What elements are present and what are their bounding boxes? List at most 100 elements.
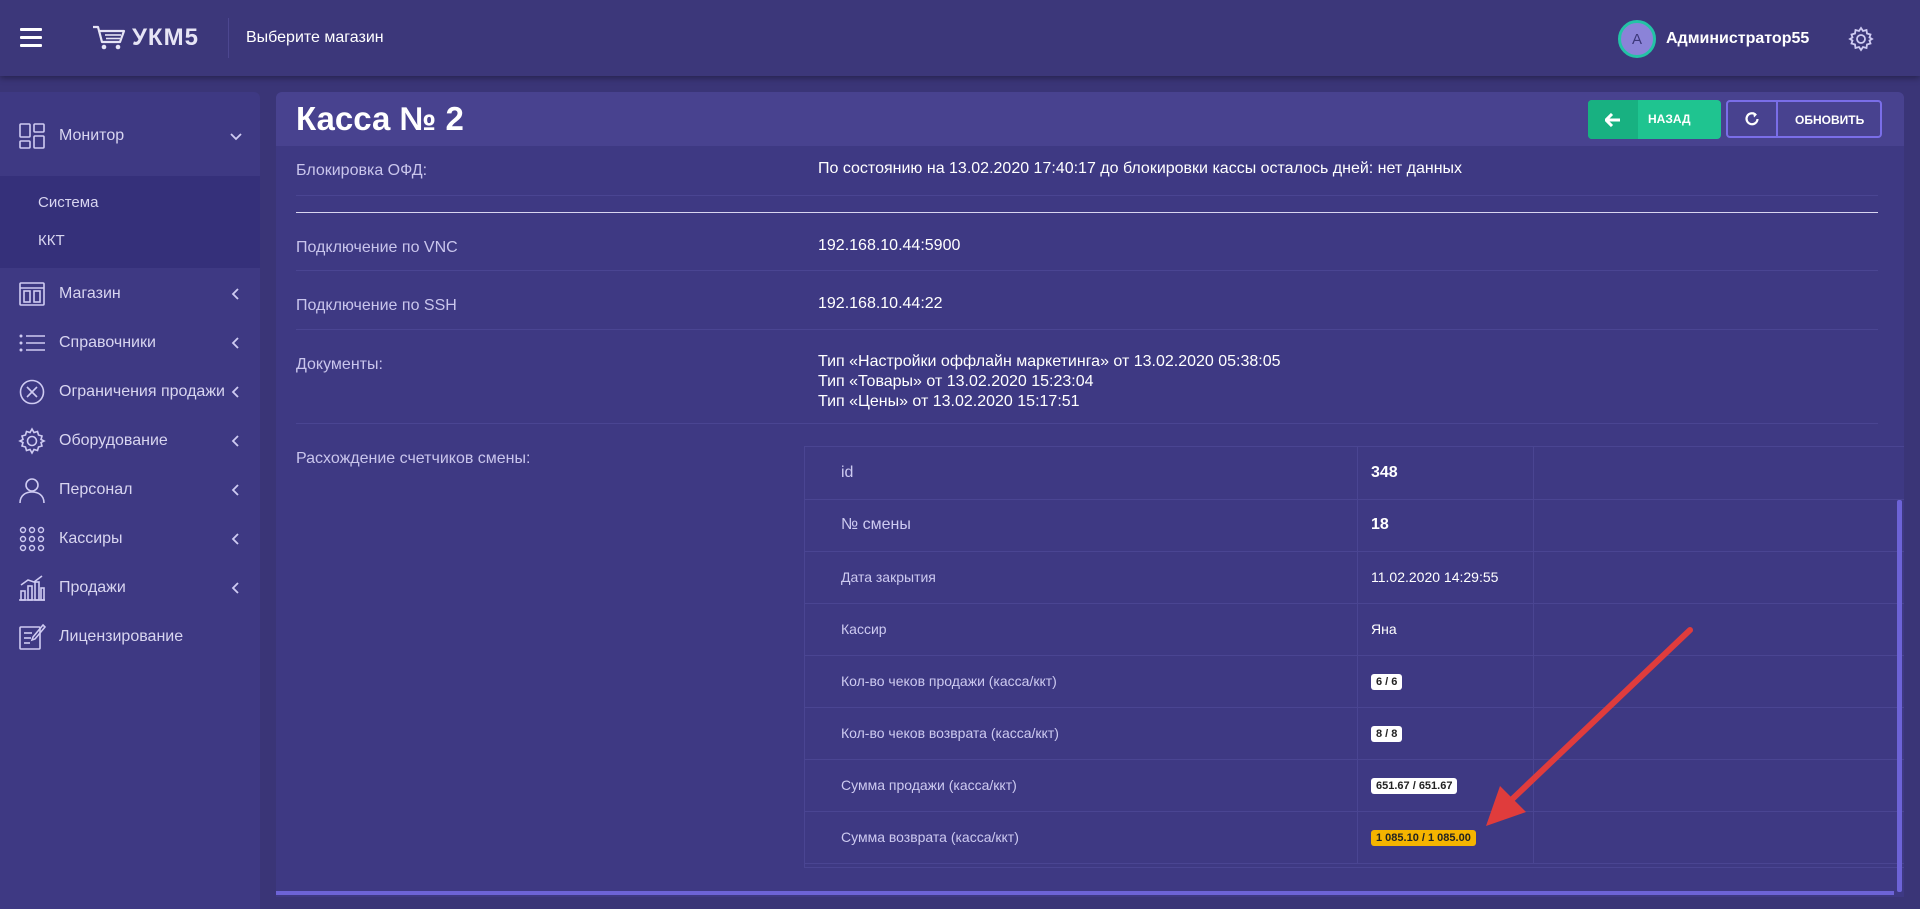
sidebar-item-licensing[interactable]: Лицензирование — [0, 613, 260, 661]
logo-text: УКМ5 — [132, 24, 199, 51]
sidebar-item-sales[interactable]: Продажи — [0, 564, 260, 612]
row-label: Сумма продажи (касса/ккт) — [841, 777, 1017, 793]
table-row: Кол-во чеков возврата (касса/ккт) 8 / 8 — [805, 707, 1904, 760]
row-label: Кассир — [841, 621, 887, 637]
table-row: Кол-во чеков продажи (касса/ккт) 6 / 6 — [805, 655, 1904, 708]
store-icon — [19, 282, 45, 306]
row-label: Кол-во чеков возврата (касса/ккт) — [841, 725, 1059, 741]
document-item: Тип «Товары» от 13.02.2020 15:23:04 — [818, 373, 1094, 390]
cart-icon — [93, 25, 126, 50]
bar-chart-icon — [19, 575, 45, 601]
document-item: Тип «Цены» от 13.02.2020 15:17:51 — [818, 393, 1080, 410]
refresh-icon — [1728, 102, 1778, 136]
user-menu[interactable]: A Администратор55 — [1618, 20, 1809, 58]
value-badge: 651.67 / 651.67 — [1371, 778, 1458, 794]
settings-gear-icon[interactable] — [1848, 26, 1874, 57]
sidebar-subitem-kkt[interactable]: ККТ — [38, 232, 65, 249]
chevron-down-icon — [230, 133, 242, 141]
table-row: Дата закрытия 11.02.2020 14:29:55 — [805, 551, 1904, 604]
chevron-left-icon — [231, 582, 239, 594]
row-label: Сумма возврата (касса/ккт) — [841, 829, 1019, 845]
table-row: Кассир Яна — [805, 603, 1904, 656]
cancel-circle-icon — [19, 379, 45, 405]
chevron-left-icon — [231, 435, 239, 447]
sidebar-subitem-system[interactable]: Система — [38, 194, 98, 211]
sidebar-item-label: Ограничения продажи — [59, 383, 225, 400]
person-icon — [19, 478, 45, 504]
sidebar-item-staff[interactable]: Персонал — [0, 466, 260, 514]
sidebar: Монитор Система ККТ Магазин Справочники — [0, 92, 260, 909]
row-value: 651.67 / 651.67 — [1371, 776, 1458, 794]
menu-toggle-icon[interactable] — [20, 28, 42, 48]
sidebar-item-label: Продажи — [59, 579, 126, 596]
edit-document-icon — [19, 623, 46, 650]
monitor-submenu: Система ККТ — [0, 176, 260, 268]
horizontal-scrollbar[interactable] — [276, 891, 1894, 895]
arrow-left-icon — [1588, 100, 1638, 139]
sidebar-item-label: Персонал — [59, 481, 133, 498]
documents-list: Тип «Настройки оффлайн маркетинга» от 13… — [818, 352, 1281, 412]
top-bar: УКМ5 Выберите магазин A Администратор55 — [0, 0, 1920, 76]
chevron-left-icon — [231, 288, 239, 300]
table-row: Сумма возврата (касса/ккт) 1 085.10 / 1 … — [805, 811, 1904, 864]
sidebar-item-label: Справочники — [59, 334, 156, 351]
divider — [296, 423, 1878, 424]
divider — [296, 329, 1878, 330]
documents-label: Документы: — [296, 356, 383, 373]
row-label: № смены — [841, 516, 911, 533]
value-badge: 8 / 8 — [1371, 726, 1403, 742]
sidebar-item-store[interactable]: Магазин — [0, 270, 260, 318]
sidebar-item-label: Монитор — [59, 127, 125, 144]
row-value: 11.02.2020 14:29:55 — [1371, 569, 1499, 585]
dots-grid-icon — [19, 526, 45, 552]
row-value: 6 / 6 — [1371, 672, 1403, 690]
chevron-left-icon — [231, 386, 239, 398]
back-button-label: НАЗАД — [1648, 112, 1691, 126]
store-select[interactable]: Выберите магазин — [228, 18, 384, 58]
register-card: Касса № 2 НАЗАД ОБНОВИТЬ Блокировка ОФД:… — [276, 92, 1904, 897]
refresh-button[interactable]: ОБНОВИТЬ — [1726, 100, 1882, 138]
table-row: Сумма продажи (касса/ккт) 651.67 / 651.6… — [805, 759, 1904, 812]
shift-counters-table: id 348 № смены 18 Дата закрытия 11.02.20… — [804, 446, 1904, 868]
ofd-block-value: По состоянию на 13.02.2020 17:40:17 до б… — [818, 160, 1463, 177]
sidebar-item-cashiers[interactable]: Кассиры — [0, 515, 260, 563]
row-label: id — [841, 464, 854, 481]
page-title: Касса № 2 — [296, 100, 464, 137]
sidebar-item-equipment[interactable]: Оборудование — [0, 417, 260, 465]
row-value: 1 085.10 / 1 085.00 — [1371, 828, 1476, 846]
table-row: id 348 — [805, 447, 1904, 500]
list-icon — [19, 334, 45, 352]
ssh-value: 192.168.10.44:22 — [818, 295, 943, 312]
sidebar-item-label: Лицензирование — [59, 628, 184, 645]
sidebar-item-label: Кассиры — [59, 530, 123, 547]
row-label: Дата закрытия — [841, 569, 936, 585]
logo[interactable]: УКМ5 — [92, 22, 199, 54]
divider — [296, 195, 1878, 196]
chevron-left-icon — [231, 337, 239, 349]
card-header: Касса № 2 НАЗАД ОБНОВИТЬ — [276, 92, 1904, 146]
refresh-button-label: ОБНОВИТЬ — [1795, 113, 1865, 127]
ssh-label: Подключение по SSH — [296, 297, 457, 314]
row-label: Кол-во чеков продажи (касса/ккт) — [841, 673, 1057, 689]
sidebar-item-monitor[interactable]: Монитор — [0, 112, 260, 160]
ofd-block-label: Блокировка ОФД: — [296, 162, 428, 179]
sidebar-item-label: Оборудование — [59, 432, 168, 449]
avatar: A — [1618, 20, 1656, 58]
sidebar-item-directories[interactable]: Справочники — [0, 319, 260, 367]
gear-icon — [18, 427, 46, 455]
sidebar-item-sale-restrictions[interactable]: Ограничения продажи — [0, 368, 260, 416]
row-value: Яна — [1371, 621, 1397, 637]
table-row: № смены 18 — [805, 499, 1904, 552]
mismatch-badge: 1 085.10 / 1 085.00 — [1371, 830, 1476, 846]
back-button[interactable]: НАЗАД — [1588, 100, 1721, 139]
vnc-label: Подключение по VNC — [296, 239, 458, 256]
chevron-left-icon — [231, 484, 239, 496]
grid-icon — [19, 123, 45, 149]
row-value: 8 / 8 — [1371, 724, 1403, 742]
user-name: Администратор55 — [1666, 30, 1810, 47]
divider — [296, 270, 1878, 271]
scrollbar[interactable] — [1897, 500, 1902, 892]
row-value: 348 — [1371, 464, 1398, 481]
document-item: Тип «Настройки оффлайн маркетинга» от 13… — [818, 353, 1281, 370]
shift-mismatch-label: Расхождение счетчиков смены: — [296, 450, 531, 467]
